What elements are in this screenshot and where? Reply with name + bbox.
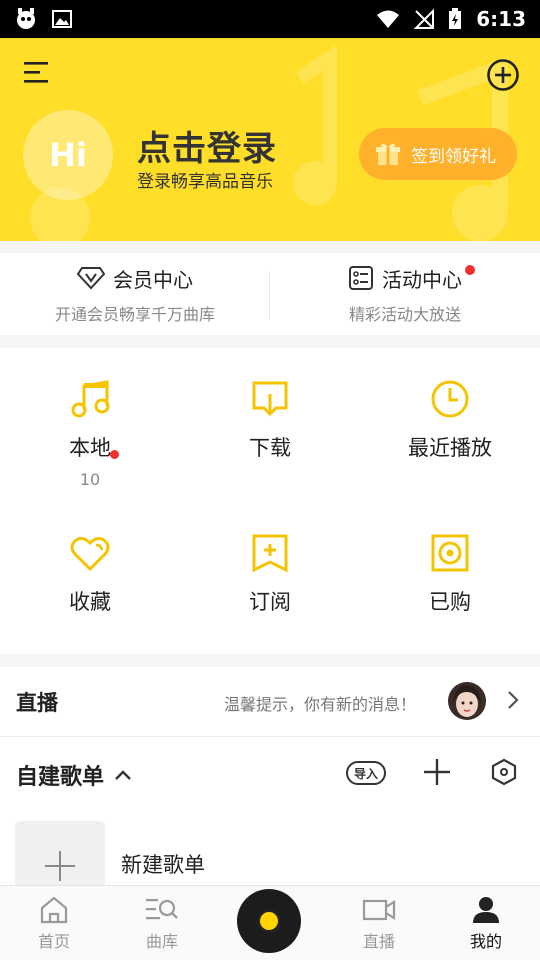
playlist-settings-icon[interactable]: [491, 758, 517, 786]
activity-title: 活动中心: [382, 267, 462, 292]
activity-center[interactable]: 活动中心 精彩活动大放送: [270, 253, 540, 335]
download-icon: [252, 381, 288, 417]
nav-live[interactable]: 直播: [344, 896, 414, 952]
music-note-icon: [71, 380, 110, 418]
member-activity-row: 会员中心 开通会员畅享千万曲库 活动中心 精彩活动大放送: [0, 253, 540, 335]
live-hint: 温馨提示，你有新的消息！: [224, 695, 417, 714]
disc-center: [257, 909, 281, 933]
grid-local-count: 10: [79, 470, 101, 489]
status-bar: 6:13: [0, 0, 540, 38]
add-circle-icon[interactable]: [486, 58, 520, 92]
vip-diamond-icon: [77, 267, 105, 290]
import-playlist-button[interactable]: 导入: [346, 761, 386, 785]
gift-icon: [376, 143, 400, 165]
nav-mine-label: 我的: [469, 932, 502, 951]
signin-reward-button[interactable]: 签到领好礼: [359, 128, 517, 180]
add-playlist-icon[interactable]: [424, 759, 450, 785]
member-divider: [269, 271, 270, 319]
login-title[interactable]: 点击登录: [137, 121, 277, 170]
heart-icon: [70, 536, 110, 572]
no-signal-icon: [414, 9, 435, 29]
vip-title: 会员中心: [113, 267, 193, 292]
grid-favorite[interactable]: 收藏: [0, 532, 180, 616]
wifi-icon: [377, 10, 400, 28]
playlist-title-toggle[interactable]: 自建歌单: [16, 759, 132, 791]
playlist-header: 自建歌单 导入: [0, 737, 540, 809]
grid-recent-label: 最近播放: [408, 436, 492, 460]
feature-grid: 本地 10 下载 最近播放 收藏 订阅 已购: [0, 348, 540, 654]
nav-home[interactable]: 首页: [19, 896, 89, 952]
live-row[interactable]: 直播 温馨提示，你有新的消息！: [0, 667, 540, 737]
grid-recent[interactable]: 最近播放: [360, 378, 540, 462]
nav-live-label: 直播: [362, 932, 395, 951]
clock-text: 6:13: [476, 7, 526, 31]
battery-charging-icon: [449, 8, 462, 29]
nav-mine[interactable]: 我的: [451, 896, 521, 952]
nav-home-label: 首页: [37, 932, 70, 951]
grid-local[interactable]: 本地 10: [0, 378, 180, 489]
bottom-nav: 首页 曲库 直播 我的: [0, 885, 540, 960]
video-camera-icon: [362, 899, 396, 921]
app-root: 6:13 Hi 点击登录 登录畅享高品音乐 签到领好礼 会员中心 开通会员畅享千…: [0, 0, 540, 960]
plus-icon: [45, 851, 75, 881]
new-playlist-label: 新建歌单: [121, 853, 205, 877]
purchased-disc-icon: [431, 534, 469, 572]
activity-badge-dot: [465, 265, 475, 275]
live-title: 直播: [16, 691, 58, 715]
grid-purchased[interactable]: 已购: [360, 532, 540, 616]
now-playing-disc-button[interactable]: [237, 889, 301, 953]
clock-icon: [431, 380, 469, 418]
image-notification-icon: [52, 10, 72, 28]
grid-favorite-label: 收藏: [69, 590, 111, 614]
login-subtitle: 登录畅享高品音乐: [137, 172, 273, 192]
activity-subtitle: 精彩活动大放送: [348, 304, 461, 324]
nav-library-label: 曲库: [145, 932, 178, 951]
home-icon: [40, 896, 68, 924]
grid-subscribe[interactable]: 订阅: [180, 532, 360, 616]
grid-local-label: 本地: [69, 436, 111, 460]
new-playlist-row[interactable]: 新建歌单: [0, 809, 540, 911]
chevron-right-icon[interactable]: [505, 689, 521, 711]
live-host-avatar[interactable]: [448, 682, 486, 720]
grid-subscribe-label: 订阅: [249, 590, 291, 614]
grid-download[interactable]: 下载: [180, 378, 360, 462]
playlist-title: 自建歌单: [16, 765, 105, 790]
bookmark-add-icon: [252, 534, 288, 573]
activity-list-icon: [349, 266, 373, 290]
menu-icon[interactable]: [24, 60, 52, 86]
library-search-icon: [146, 899, 178, 920]
user-icon: [473, 897, 499, 923]
local-badge-dot: [110, 450, 119, 459]
grid-download-label: 下载: [249, 436, 291, 460]
app-notification-icon: [17, 8, 35, 29]
profile-header: Hi 点击登录 登录畅享高品音乐 签到领好礼: [0, 38, 540, 241]
signin-label: 签到领好礼: [411, 146, 496, 167]
vip-center[interactable]: 会员中心 开通会员畅享千万曲库: [0, 253, 270, 335]
nav-library[interactable]: 曲库: [127, 896, 197, 952]
grid-purchased-label: 已购: [429, 590, 471, 614]
avatar-image: [448, 682, 486, 720]
chevron-up-icon: [115, 770, 131, 780]
avatar[interactable]: Hi: [23, 110, 113, 200]
vip-subtitle: 开通会员畅享千万曲库: [54, 304, 215, 324]
